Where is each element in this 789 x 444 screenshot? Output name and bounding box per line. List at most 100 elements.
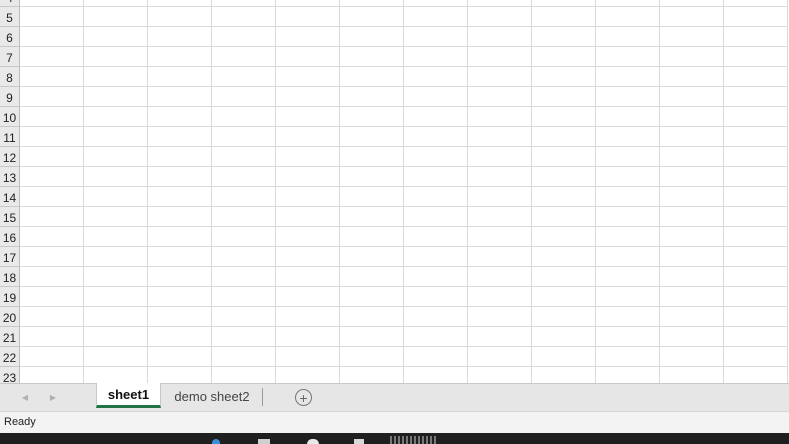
grid-cell[interactable]: [84, 27, 148, 47]
grid-cell[interactable]: [724, 167, 788, 187]
grid-cell[interactable]: [148, 327, 212, 347]
grid-cell[interactable]: [660, 107, 724, 127]
grid-cell[interactable]: [340, 47, 404, 67]
grid-cell[interactable]: [84, 187, 148, 207]
row-header[interactable]: 6: [0, 27, 20, 47]
grid-cell[interactable]: [20, 47, 84, 67]
grid-cell[interactable]: [724, 327, 788, 347]
row-header[interactable]: 17: [0, 247, 20, 267]
grid-cell[interactable]: [148, 7, 212, 27]
grid-cell[interactable]: [340, 0, 404, 7]
row-header[interactable]: 21: [0, 327, 20, 347]
grid-cell[interactable]: [596, 67, 660, 87]
grid-cell[interactable]: [84, 7, 148, 27]
grid-cell[interactable]: [276, 247, 340, 267]
grid-cell[interactable]: [148, 0, 212, 7]
grid-cell[interactable]: [84, 247, 148, 267]
row-header[interactable]: 13: [0, 167, 20, 187]
grid-cell[interactable]: [404, 267, 468, 287]
grid-cell[interactable]: [532, 0, 596, 7]
spreadsheet-grid[interactable]: 4567891011121314151617181920212223: [0, 0, 789, 383]
grid-cell[interactable]: [468, 87, 532, 107]
arrow-left-icon[interactable]: ◀: [18, 390, 32, 404]
grid-cell[interactable]: [276, 327, 340, 347]
grid-cell[interactable]: [724, 87, 788, 107]
grid-cell[interactable]: [276, 67, 340, 87]
grid-cell[interactable]: [84, 207, 148, 227]
grid-cell[interactable]: [276, 287, 340, 307]
grid-cell[interactable]: [596, 107, 660, 127]
grid-cell[interactable]: [148, 187, 212, 207]
row-header[interactable]: 16: [0, 227, 20, 247]
grid-cell[interactable]: [340, 227, 404, 247]
row-header[interactable]: 5: [0, 7, 20, 27]
grid-cell[interactable]: [340, 287, 404, 307]
grid-cell[interactable]: [340, 267, 404, 287]
grid-cell[interactable]: [660, 267, 724, 287]
grid-cell[interactable]: [404, 47, 468, 67]
grid-cell[interactable]: [532, 227, 596, 247]
row-header[interactable]: 10: [0, 107, 20, 127]
grid-cell[interactable]: [404, 0, 468, 7]
grid-cell[interactable]: [340, 247, 404, 267]
grid-cell[interactable]: [724, 27, 788, 47]
row-header[interactable]: 8: [0, 67, 20, 87]
grid-cell[interactable]: [404, 347, 468, 367]
grid-cell[interactable]: [148, 107, 212, 127]
grid-cell[interactable]: [596, 247, 660, 267]
grid-cell[interactable]: [660, 147, 724, 167]
grid-cell[interactable]: [724, 47, 788, 67]
grid-cell[interactable]: [468, 227, 532, 247]
grid-cell[interactable]: [532, 367, 596, 383]
grid-cell[interactable]: [596, 7, 660, 27]
row-header[interactable]: 15: [0, 207, 20, 227]
grid-cell[interactable]: [532, 327, 596, 347]
grid-cell[interactable]: [724, 187, 788, 207]
grid-cell[interactable]: [724, 307, 788, 327]
grid-cell[interactable]: [276, 187, 340, 207]
grid-cell[interactable]: [660, 287, 724, 307]
grid-cell[interactable]: [404, 167, 468, 187]
grid-cell[interactable]: [724, 0, 788, 7]
grid-cell[interactable]: [468, 67, 532, 87]
grid-cell[interactable]: [660, 307, 724, 327]
grid-cell[interactable]: [468, 307, 532, 327]
grid-cell[interactable]: [404, 207, 468, 227]
grid-cell[interactable]: [596, 127, 660, 147]
row-header[interactable]: 20: [0, 307, 20, 327]
grid-cell[interactable]: [84, 147, 148, 167]
grid-cell[interactable]: [596, 27, 660, 47]
grid-cell[interactable]: [20, 267, 84, 287]
grid-cell[interactable]: [404, 147, 468, 167]
grid-cell[interactable]: [276, 367, 340, 383]
grid-cell[interactable]: [20, 227, 84, 247]
grid-cell[interactable]: [212, 0, 276, 7]
grid-cell[interactable]: [596, 0, 660, 7]
grid-cell[interactable]: [20, 187, 84, 207]
grid-cell[interactable]: [340, 7, 404, 27]
grid-cell[interactable]: [724, 367, 788, 383]
grid-cell[interactable]: [212, 67, 276, 87]
grid-cell[interactable]: [596, 307, 660, 327]
grid-cell[interactable]: [148, 147, 212, 167]
grid-cell[interactable]: [212, 307, 276, 327]
grid-cell[interactable]: [84, 47, 148, 67]
grid-cell[interactable]: [20, 127, 84, 147]
plus-circle-icon[interactable]: +: [295, 389, 312, 406]
grid-cell[interactable]: [468, 0, 532, 7]
grid-cell[interactable]: [532, 287, 596, 307]
grid-cell[interactable]: [532, 147, 596, 167]
grid-cell[interactable]: [724, 227, 788, 247]
grid-cell[interactable]: [340, 27, 404, 47]
grid-cell[interactable]: [660, 227, 724, 247]
grid-cell[interactable]: [404, 247, 468, 267]
grid-cell[interactable]: [276, 0, 340, 7]
grid-cell[interactable]: [148, 367, 212, 383]
grid-cell[interactable]: [148, 347, 212, 367]
grid-cell[interactable]: [404, 67, 468, 87]
grid-cell[interactable]: [276, 7, 340, 27]
grid-cell[interactable]: [404, 307, 468, 327]
grid-cell[interactable]: [212, 27, 276, 47]
grid-cell[interactable]: [532, 207, 596, 227]
grid-cell[interactable]: [20, 247, 84, 267]
